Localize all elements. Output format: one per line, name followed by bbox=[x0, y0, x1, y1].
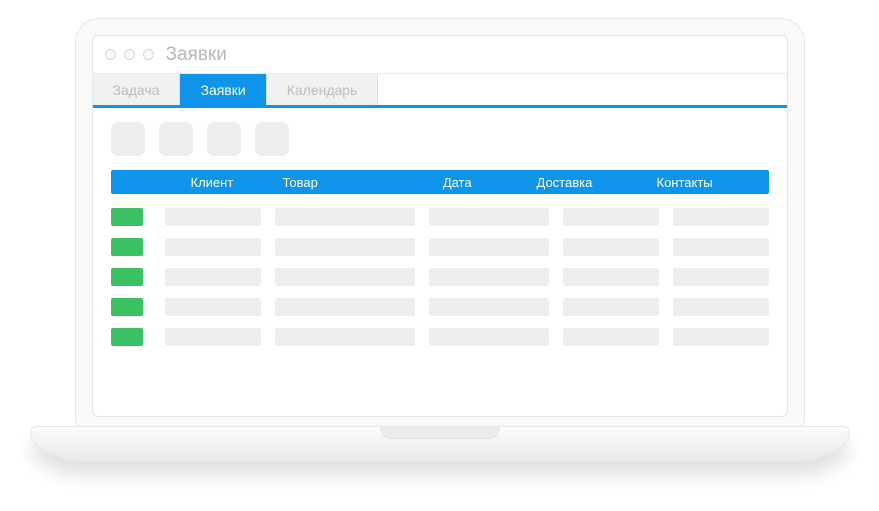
table-row[interactable] bbox=[111, 262, 769, 292]
cell-client bbox=[165, 328, 261, 346]
cell-product bbox=[275, 268, 415, 286]
window-controls bbox=[105, 49, 154, 60]
laptop-base bbox=[30, 426, 850, 462]
table-header: Клиент Товар Дата Доставка Контакты bbox=[111, 170, 769, 194]
cell-date bbox=[429, 328, 549, 346]
col-delivery-header: Доставка bbox=[529, 175, 649, 190]
table-body bbox=[111, 202, 769, 352]
cell-product bbox=[275, 208, 415, 226]
cell-date bbox=[429, 238, 549, 256]
status-badge bbox=[111, 238, 143, 256]
content-area: Клиент Товар Дата Доставка Контакты bbox=[93, 108, 787, 416]
laptop-notch bbox=[380, 427, 500, 439]
cell-client bbox=[165, 208, 261, 226]
maximize-icon[interactable] bbox=[143, 49, 154, 60]
table-row[interactable] bbox=[111, 202, 769, 232]
laptop-screen: Заявки Задача Заявки Календарь Клиент То… bbox=[75, 18, 805, 428]
cell-delivery bbox=[563, 268, 659, 286]
cell-contacts bbox=[673, 238, 769, 256]
toolbar bbox=[111, 122, 769, 156]
app-window: Заявки Задача Заявки Календарь Клиент То… bbox=[92, 35, 788, 417]
tab-bar: Задача Заявки Календарь bbox=[93, 74, 787, 108]
toolbar-button-4[interactable] bbox=[255, 122, 289, 156]
window-titlebar: Заявки bbox=[93, 36, 787, 74]
cell-date bbox=[429, 268, 549, 286]
cell-product bbox=[275, 238, 415, 256]
status-badge bbox=[111, 208, 143, 226]
toolbar-button-2[interactable] bbox=[159, 122, 193, 156]
cell-product bbox=[275, 298, 415, 316]
close-icon[interactable] bbox=[105, 49, 116, 60]
col-contacts-header: Контакты bbox=[649, 175, 769, 190]
minimize-icon[interactable] bbox=[124, 49, 135, 60]
table-row[interactable] bbox=[111, 292, 769, 322]
col-product-header: Товар bbox=[275, 175, 409, 190]
cell-client bbox=[165, 298, 261, 316]
cell-contacts bbox=[673, 328, 769, 346]
table-row[interactable] bbox=[111, 322, 769, 352]
laptop-mockup: Заявки Задача Заявки Календарь Клиент То… bbox=[30, 18, 850, 462]
cell-date bbox=[429, 298, 549, 316]
window-title: Заявки bbox=[166, 44, 227, 66]
cell-delivery bbox=[563, 298, 659, 316]
status-badge bbox=[111, 328, 143, 346]
toolbar-button-3[interactable] bbox=[207, 122, 241, 156]
tab-requests[interactable]: Заявки bbox=[180, 74, 266, 105]
cell-contacts bbox=[673, 268, 769, 286]
cell-client bbox=[165, 238, 261, 256]
cell-date bbox=[429, 208, 549, 226]
cell-product bbox=[275, 328, 415, 346]
tab-task[interactable]: Задача bbox=[93, 74, 181, 105]
cell-contacts bbox=[673, 298, 769, 316]
col-client-header: Клиент bbox=[155, 175, 275, 190]
cell-delivery bbox=[563, 238, 659, 256]
table-row[interactable] bbox=[111, 232, 769, 262]
col-date-header: Дата bbox=[409, 175, 529, 190]
status-badge bbox=[111, 298, 143, 316]
tab-calendar[interactable]: Календарь bbox=[267, 74, 379, 105]
toolbar-button-1[interactable] bbox=[111, 122, 145, 156]
cell-delivery bbox=[563, 328, 659, 346]
cell-client bbox=[165, 268, 261, 286]
cell-contacts bbox=[673, 208, 769, 226]
status-badge bbox=[111, 268, 143, 286]
cell-delivery bbox=[563, 208, 659, 226]
